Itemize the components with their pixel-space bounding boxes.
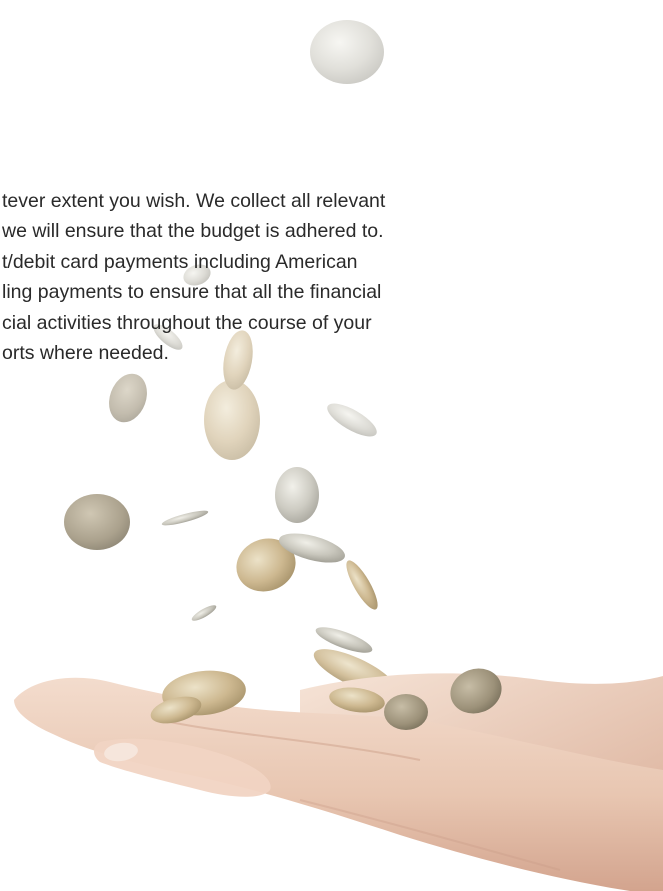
paragraph-line: we will ensure that the budget is adhere…: [2, 220, 384, 243]
paragraph-line: orts where needed.: [2, 342, 169, 365]
paragraph-line: cial activities throughout the course of…: [2, 311, 372, 334]
paragraph-line: t/debit card payments including American: [2, 250, 358, 273]
body-paragraph: tever extent you wish. We collect all re…: [2, 186, 662, 368]
coins-falling-into-cupped-hands-icon: [14, 20, 663, 891]
paragraph-line: ling payments to ensure that all the fin…: [2, 281, 382, 304]
document-page: tever extent you wish. We collect all re…: [0, 0, 663, 891]
paragraph-line: tever extent you wish. We collect all re…: [2, 190, 386, 212]
